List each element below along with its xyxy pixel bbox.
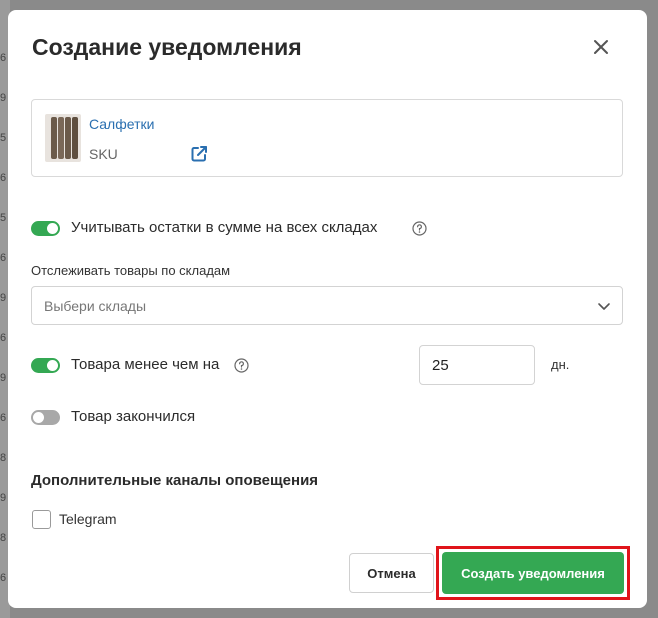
background-row-number: 6	[0, 252, 7, 264]
background-row-number: 6	[0, 412, 7, 424]
product-sku: SKU	[89, 146, 118, 162]
sum-stock-toggle[interactable]	[31, 221, 60, 236]
notification-modal: Создание уведомления Салфетки SKU Учитыв…	[8, 10, 647, 608]
background-row-number: 5	[0, 212, 7, 224]
close-icon[interactable]	[590, 36, 612, 58]
background-row-number: 9	[0, 292, 7, 304]
background-row-number: 6	[0, 52, 7, 64]
help-icon[interactable]	[234, 358, 249, 373]
telegram-label: Telegram	[59, 511, 117, 527]
create-notification-button[interactable]: Создать уведомления	[442, 552, 624, 594]
external-link-icon[interactable]	[189, 144, 209, 164]
telegram-checkbox[interactable]	[32, 510, 51, 529]
warehouse-placeholder: Выбери склады	[44, 298, 147, 314]
background-row-number: 5	[0, 132, 7, 144]
background-row-number: 8	[0, 532, 7, 544]
sum-stock-label: Учитывать остатки в сумме на всех склада…	[71, 219, 378, 236]
days-unit: дн.	[551, 357, 570, 372]
warehouse-label: Отслеживать товары по складам	[31, 263, 231, 278]
channels-title: Дополнительные каналы оповещения	[31, 472, 319, 489]
background-row-number: 9	[0, 492, 7, 504]
out-of-stock-label: Товар закончился	[71, 408, 196, 425]
chevron-down-icon	[597, 299, 611, 313]
background-row-number: 6	[0, 332, 7, 344]
warehouse-select[interactable]: Выбери склады	[31, 286, 623, 325]
product-card: Салфетки SKU	[31, 99, 623, 177]
cancel-button[interactable]: Отмена	[349, 553, 434, 593]
modal-title: Создание уведомления	[32, 34, 302, 60]
days-input[interactable]	[419, 345, 535, 385]
background-row-number: 8	[0, 452, 7, 464]
background-row-number: 9	[0, 92, 7, 104]
product-name-link[interactable]: Салфетки	[89, 116, 154, 132]
background-row-number: 9	[0, 372, 7, 384]
less-than-toggle[interactable]	[31, 358, 60, 373]
less-than-label: Товара менее чем на	[71, 356, 220, 373]
background-row-number: 6	[0, 572, 7, 584]
out-of-stock-toggle[interactable]	[31, 410, 60, 425]
product-thumbnail	[45, 114, 81, 162]
help-icon[interactable]	[412, 221, 427, 236]
background-row-number: 6	[0, 172, 7, 184]
